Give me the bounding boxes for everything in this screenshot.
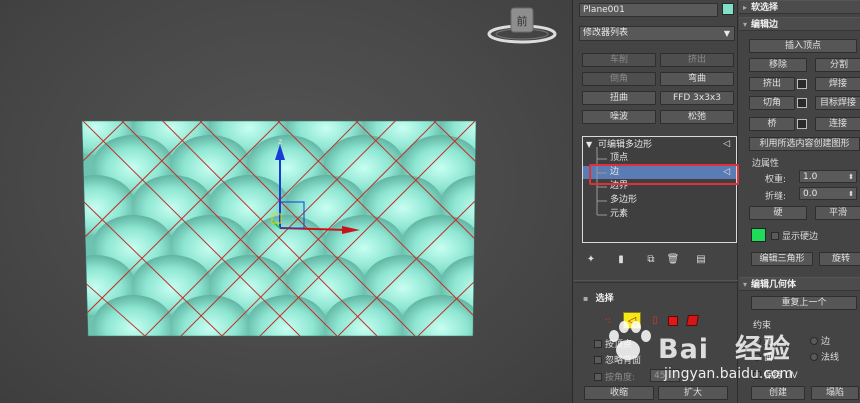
modifier-stack[interactable]: ▼ 可编辑多边形 ◁ 顶点 边 ◁ 边界 多边形 元素 bbox=[582, 136, 737, 243]
modifier-button-twist[interactable]: 扭曲 bbox=[582, 91, 656, 105]
turn-button[interactable]: 旋转 bbox=[819, 252, 860, 266]
by-angle-checkbox[interactable]: 按角度: bbox=[594, 370, 635, 383]
grow-button[interactable]: 扩大 bbox=[658, 386, 728, 400]
hard-edge-color-swatch[interactable] bbox=[751, 228, 766, 242]
modifier-button-relax[interactable]: 松弛 bbox=[660, 110, 734, 124]
split-button[interactable]: 分割 bbox=[815, 58, 860, 72]
weight-value: 1.0 bbox=[803, 172, 818, 182]
stack-item-label: 多边形 bbox=[610, 195, 638, 205]
display-hard-edges-checkbox[interactable]: 显示硬边 bbox=[771, 229, 818, 242]
vertex-level-icon[interactable]: ·: bbox=[601, 314, 615, 328]
modifier-button-ffd[interactable]: FFD 3x3x3 bbox=[660, 91, 734, 105]
extrude-button[interactable]: 挤出 bbox=[749, 77, 795, 91]
by-vertex-label: 按顶点 bbox=[605, 340, 633, 350]
bridge-button[interactable]: 桥 bbox=[749, 117, 795, 131]
collapse-button[interactable]: 塌陷 bbox=[811, 386, 859, 400]
object-name-field[interactable]: Plane001 bbox=[579, 3, 718, 17]
svg-text:z: z bbox=[278, 137, 282, 146]
connect-button[interactable]: 连接 bbox=[815, 117, 860, 131]
weld-label: 焊接 bbox=[828, 79, 847, 89]
extrude-label: 挤出 bbox=[762, 79, 781, 89]
modifier-button-bend[interactable]: 弯曲 bbox=[660, 72, 734, 86]
spinner-arrows-icon[interactable]: ⬍ bbox=[848, 171, 854, 182]
crease-spinner[interactable]: 0.0 ⬍ bbox=[799, 187, 857, 200]
weight-spinner[interactable]: 1.0 ⬍ bbox=[799, 170, 857, 183]
by-angle-label: 按角度: bbox=[605, 373, 636, 383]
quilted-plane-object[interactable]: z bbox=[0, 0, 573, 403]
perspective-viewport[interactable]: 前 z bbox=[0, 0, 573, 403]
hard-button[interactable]: 硬 bbox=[749, 206, 807, 220]
object-color-swatch[interactable] bbox=[722, 3, 734, 15]
smooth-button[interactable]: 平滑 bbox=[815, 206, 860, 220]
collapse-icon: ▪ bbox=[583, 294, 589, 303]
soft-selection-rollout-header[interactable]: ▸ 软选择 bbox=[739, 0, 860, 14]
modifier-list-dropdown[interactable]: 修改器列表 ▼ bbox=[579, 26, 735, 41]
selection-title: 选择 bbox=[595, 294, 614, 304]
modifier-button-extrude[interactable]: 挤出 bbox=[660, 53, 734, 67]
modifier-button-noise[interactable]: 噪波 bbox=[582, 110, 656, 124]
edit-edges-rollout-header[interactable]: ▾ 编辑边 bbox=[739, 17, 860, 31]
edit-edges-title: 编辑边 bbox=[751, 20, 779, 30]
pin-stack-icon[interactable]: ✦ bbox=[584, 253, 598, 267]
edit-geometry-title: 编辑几何体 bbox=[751, 280, 797, 290]
constraint-normal-label: 法线 bbox=[821, 353, 840, 363]
border-level-icon[interactable]: ▯ bbox=[648, 314, 662, 328]
expand-icon[interactable]: ▼ bbox=[586, 140, 592, 149]
modifier-button-lathe[interactable]: 车削 bbox=[582, 53, 656, 67]
pin-light-icon: ◁ bbox=[723, 139, 730, 149]
constraint-normal-radio[interactable]: 法线 bbox=[810, 350, 839, 363]
ignore-backfacing-label: 忽略背面 bbox=[605, 356, 642, 366]
bridge-settings-icon[interactable] bbox=[797, 119, 807, 129]
modifier-list-label: 修改器列表 bbox=[583, 28, 629, 38]
shrink-button[interactable]: 收缩 bbox=[584, 386, 654, 400]
collapse-icon: ▾ bbox=[743, 280, 748, 289]
target-weld-button[interactable]: 目标焊接 bbox=[815, 96, 860, 110]
modifier-button-bevel[interactable]: 倒角 bbox=[582, 72, 656, 86]
configure-modifier-sets-icon[interactable]: ▤ bbox=[694, 253, 708, 267]
ignore-backfacing-checkbox[interactable]: 忽略背面 bbox=[594, 353, 641, 366]
stack-tree-lines bbox=[596, 147, 607, 216]
spinner-arrows-icon[interactable]: ⬍ bbox=[848, 188, 854, 199]
watermark-brand-jingyan: 经验 bbox=[735, 334, 792, 365]
weld-button[interactable]: 焊接 bbox=[815, 77, 860, 91]
display-hard-edges-label: 显示硬边 bbox=[782, 232, 819, 242]
crease-label: 折缝: bbox=[765, 192, 787, 202]
remove-button[interactable]: 移除 bbox=[749, 58, 807, 72]
element-level-icon[interactable] bbox=[686, 315, 699, 326]
edit-tris-button[interactable]: 编辑三角形 bbox=[751, 252, 813, 266]
show-end-result-icon[interactable]: ▮ bbox=[614, 253, 628, 267]
crease-value: 0.0 bbox=[803, 189, 818, 199]
create-shape-from-selection-button[interactable]: 利用所选内容创建图形 bbox=[749, 137, 860, 151]
constraint-edge-radio[interactable]: 边 bbox=[810, 334, 830, 347]
selection-rollout-header[interactable]: ▪ 选择 bbox=[579, 292, 735, 306]
remove-modifier-icon[interactable]: 🗑 bbox=[666, 253, 680, 267]
expand-icon: ▸ bbox=[743, 3, 748, 12]
watermark-url: jingyan.baidu.com bbox=[664, 366, 794, 382]
edge-level-icon[interactable]: ◁ bbox=[623, 312, 641, 329]
collapse-icon: ▾ bbox=[743, 20, 748, 29]
repeat-last-button[interactable]: 重复上一个 bbox=[751, 296, 857, 310]
make-unique-icon[interactable]: ⧉ bbox=[644, 253, 658, 267]
chamfer-settings-icon[interactable] bbox=[797, 98, 807, 108]
watermark-brand-bai: Bai bbox=[658, 334, 710, 365]
chamfer-label: 切角 bbox=[762, 98, 781, 108]
chamfer-button[interactable]: 切角 bbox=[749, 96, 795, 110]
insert-vertex-button[interactable]: 插入顶点 bbox=[749, 39, 857, 53]
create-button[interactable]: 创建 bbox=[751, 386, 805, 400]
weight-label: 权重: bbox=[765, 175, 787, 185]
polygon-level-icon[interactable] bbox=[668, 316, 678, 326]
extrude-settings-icon[interactable] bbox=[797, 79, 807, 89]
chevron-down-icon: ▼ bbox=[723, 29, 730, 38]
by-vertex-checkbox[interactable]: 按顶点 bbox=[594, 337, 632, 350]
constraint-edge-label: 边 bbox=[821, 337, 831, 347]
watermark-brand: Bai 经验 bbox=[658, 327, 791, 366]
edge-selection-highlight bbox=[589, 164, 739, 185]
panel-divider bbox=[574, 280, 738, 283]
soft-selection-title: 软选择 bbox=[751, 3, 779, 13]
edge-properties-label: 边属性 bbox=[752, 159, 780, 169]
edit-geometry-rollout-header[interactable]: ▾ 编辑几何体 bbox=[739, 277, 860, 291]
bridge-label: 桥 bbox=[767, 119, 777, 129]
